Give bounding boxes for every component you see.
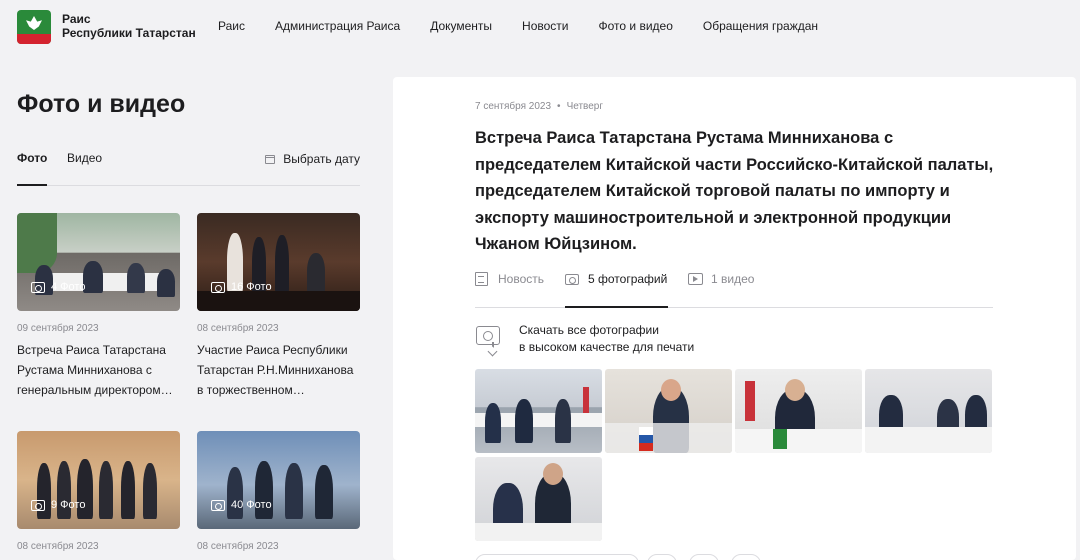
camera-icon — [31, 281, 45, 293]
tab-video-label: 1 видео — [711, 272, 755, 286]
photo-card[interactable]: 16 Фото 08 сентября 2023 Участие Раиса Р… — [197, 213, 360, 400]
photo-card[interactable]: 4 Фото 09 сентября 2023 Встреча Раиса Та… — [17, 213, 180, 400]
card-title[interactable]: Участие Раиса Республики Татарстан Р.Н.М… — [197, 340, 360, 400]
main-nav: Раис Администрация Раиса Документы Новос… — [218, 19, 848, 33]
brand-line-1: Раис — [62, 12, 91, 26]
gallery-photo[interactable] — [735, 369, 862, 453]
camera-icon — [211, 281, 225, 293]
photo-card[interactable]: 9 Фото 08 сентября 2023 — [17, 431, 180, 552]
photo-thumbnail[interactable]: 16 Фото — [197, 213, 360, 311]
article-meta: 7 сентября 2023 • Четверг — [475, 101, 604, 112]
photo-count-badge: 9 Фото — [31, 499, 85, 511]
gallery-photo[interactable] — [475, 457, 602, 541]
nav-item-documents[interactable]: Документы — [430, 19, 492, 33]
camera-icon — [211, 499, 225, 511]
date-picker-label: Выбрать дату — [283, 152, 360, 166]
download-all-photos-button[interactable]: Скачать все фотографии в высоком качеств… — [475, 322, 695, 357]
nav-item-administration[interactable]: Администрация Раиса — [275, 19, 400, 33]
photo-count: 40 Фото — [231, 499, 272, 511]
share-pill[interactable] — [689, 554, 719, 560]
card-date: 08 сентября 2023 — [17, 541, 99, 552]
card-title[interactable]: Встреча Раиса Татарстана Рустама Минниха… — [17, 340, 180, 400]
card-date: 08 сентября 2023 — [197, 323, 279, 334]
photo-thumbnail[interactable]: 40 Фото — [197, 431, 360, 529]
tab-photos-underline — [565, 306, 668, 308]
nav-item-rais[interactable]: Раис — [218, 19, 245, 33]
tab-news-label: Новость — [498, 272, 545, 286]
photo-count-badge: 4 Фото — [31, 281, 85, 293]
brand-line-2: Республики Татарстан — [62, 26, 196, 40]
gallery-photo[interactable] — [865, 369, 992, 453]
date-picker-button[interactable]: Выбрать дату — [265, 152, 360, 166]
site-brand[interactable]: Раис Республики Татарстан — [62, 12, 196, 40]
share-pill[interactable] — [731, 554, 761, 560]
photo-thumbnail[interactable]: 4 Фото — [17, 213, 180, 311]
tab-video[interactable]: 1 видео — [688, 272, 754, 286]
media-tabs: Фото Видео Выбрать дату — [17, 151, 360, 186]
calendar-icon — [265, 154, 276, 164]
tab-news[interactable]: Новость — [475, 272, 544, 286]
gallery-photo[interactable] — [475, 369, 602, 453]
site-header: Раис Республики Татарстан Раис Администр… — [0, 0, 1080, 54]
camera-icon — [31, 499, 45, 511]
card-date: 08 сентября 2023 — [197, 541, 279, 552]
share-pill[interactable] — [475, 554, 639, 560]
news-icon — [475, 272, 488, 286]
card-date: 09 сентября 2023 — [17, 323, 99, 334]
share-pill[interactable] — [647, 554, 677, 560]
tab-photos[interactable]: 5 фотографий — [565, 272, 667, 286]
photo-thumbnail[interactable]: 9 Фото — [17, 431, 180, 529]
video-icon — [688, 273, 703, 285]
download-photos-icon — [475, 324, 505, 357]
tab-video[interactable]: Видео — [67, 151, 102, 165]
article-panel: 7 сентября 2023 • Четверг Встреча Раиса Та… — [393, 77, 1076, 560]
tab-photo[interactable]: Фото — [17, 151, 47, 175]
nav-item-news[interactable]: Новости — [522, 19, 568, 33]
photo-count: 4 Фото — [51, 281, 86, 293]
nav-item-appeals[interactable]: Обращения граждан — [703, 19, 818, 33]
photo-count-badge: 40 Фото — [211, 499, 272, 511]
article-tabs: Новость 5 фотографий 1 видео — [475, 272, 993, 308]
article-weekday: Четверг — [566, 101, 604, 112]
download-line-1: Скачать все фотографии — [519, 323, 659, 337]
photo-count-badge: 16 Фото — [211, 281, 272, 293]
article-date: 7 сентября 2023 — [475, 101, 552, 112]
photo-card[interactable]: 40 Фото 08 сентября 2023 — [197, 431, 360, 552]
tab-photo-underline — [17, 184, 47, 186]
photo-count: 16 Фото — [231, 281, 272, 293]
photo-count: 9 Фото — [51, 499, 86, 511]
page-title: Фото и видео — [17, 90, 186, 118]
gallery-photo[interactable] — [605, 369, 732, 453]
camera-icon — [565, 273, 579, 285]
article-headline: Встреча Раиса Татарстана Рустама Минниха… — [475, 129, 994, 253]
download-line-2: в высоком качестве для печати — [519, 340, 695, 354]
tab-photos-label: 5 фотографий — [588, 272, 668, 286]
nav-item-photo-video[interactable]: Фото и видео — [599, 19, 673, 33]
tatarstan-logo-icon[interactable] — [17, 10, 51, 44]
